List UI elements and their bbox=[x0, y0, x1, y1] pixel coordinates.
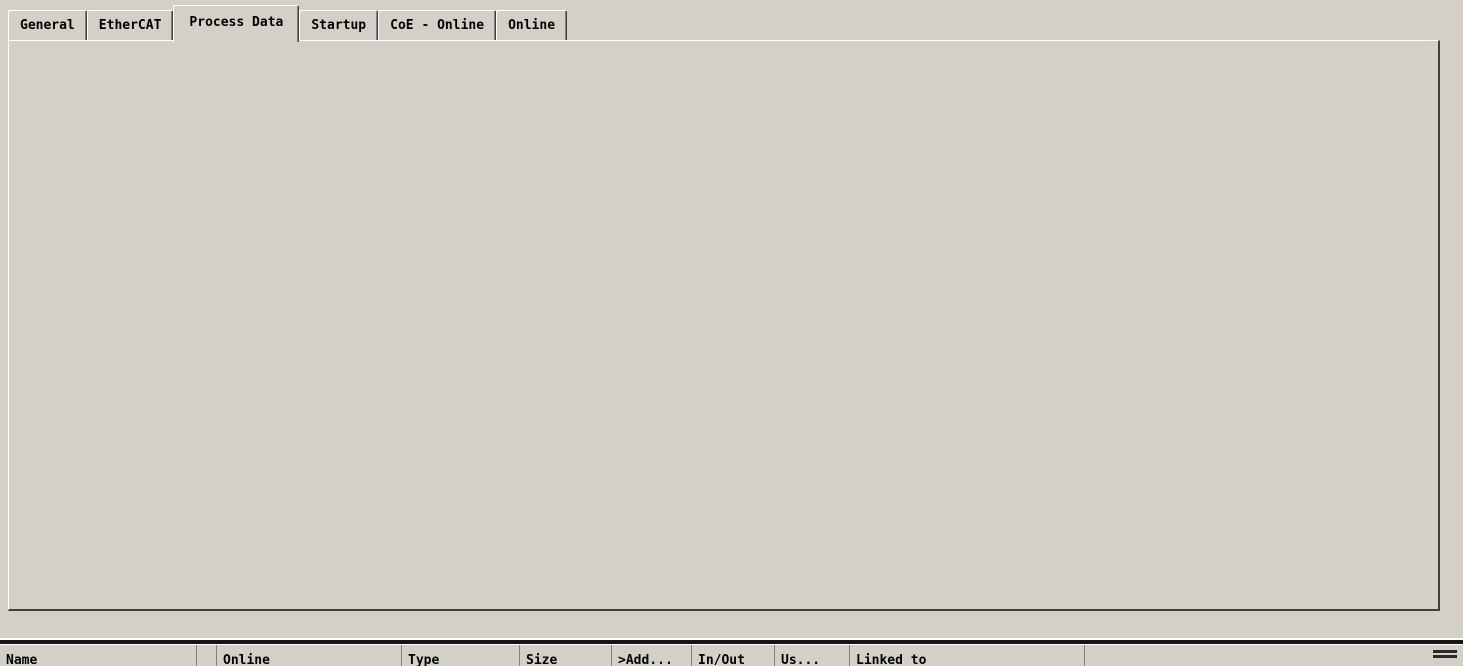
column-header-blank[interactable] bbox=[197, 645, 217, 666]
column-header-inout[interactable]: In/Out bbox=[692, 645, 775, 666]
column-header-filler bbox=[1085, 645, 1463, 666]
column-header-online[interactable]: Online bbox=[217, 645, 402, 666]
tab-page-process-data bbox=[8, 40, 1440, 611]
grid-corner-icon bbox=[1433, 650, 1457, 660]
tab-ethercat[interactable]: EtherCAT bbox=[87, 10, 174, 40]
tab-startup[interactable]: Startup bbox=[299, 10, 378, 40]
tab-online[interactable]: Online bbox=[496, 10, 567, 40]
tab-process-data[interactable]: Process Data bbox=[173, 5, 299, 42]
column-header-name[interactable]: Name bbox=[0, 645, 197, 666]
tab-general[interactable]: General bbox=[8, 10, 87, 40]
column-header-size[interactable]: Size bbox=[520, 645, 612, 666]
process-data-dialog: { "icons": { "check": "✔", "scroll_left"… bbox=[0, 0, 1463, 666]
column-header-type[interactable]: Type bbox=[402, 645, 520, 666]
variable-grid-header: Name Online Type Size >Add... In/Out Us.… bbox=[0, 644, 1463, 666]
column-header-linked-to[interactable]: Linked to bbox=[850, 645, 1085, 666]
tab-coe-online[interactable]: CoE - Online bbox=[378, 10, 496, 40]
column-header-addr[interactable]: >Add... bbox=[612, 645, 692, 666]
column-header-user[interactable]: Us... bbox=[775, 645, 850, 666]
tab-bar: General EtherCAT Process Data Startup Co… bbox=[8, 10, 567, 40]
